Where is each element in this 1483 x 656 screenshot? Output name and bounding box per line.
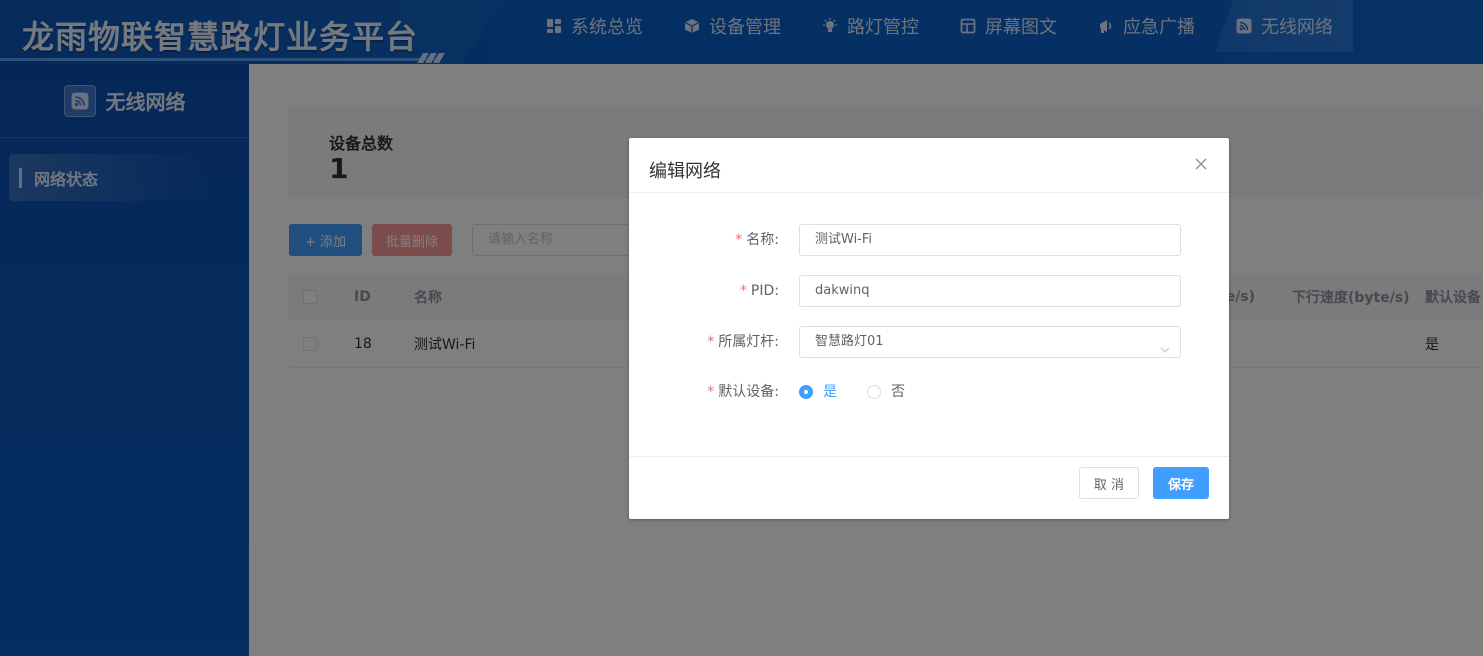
- dialog-title: 编辑网络: [649, 161, 721, 182]
- edit-network-dialog: 编辑网络 * 名称: 测试Wi-Fi * PID: dakwinq * 所属灯杆: 智…: [629, 138, 1229, 519]
- form-row-name: * 名称: 测试Wi-Fi: [629, 224, 1229, 256]
- default-label: * 默认设备:: [707, 384, 779, 400]
- save-button[interactable]: 保存: [1153, 467, 1209, 499]
- close-icon[interactable]: [1193, 156, 1209, 172]
- name-field[interactable]: 测试Wi-Fi: [799, 224, 1181, 256]
- radio-no-label[interactable]: 否: [891, 376, 905, 408]
- radio-no[interactable]: [867, 385, 881, 399]
- dialog-header: 编辑网络: [629, 138, 1229, 193]
- form-row-pid: * PID: dakwinq: [629, 275, 1229, 307]
- dialog-footer: 取 消 保存: [629, 456, 1229, 519]
- form-row-pole: * 所属灯杆: 智慧路灯01: [629, 326, 1229, 358]
- radio-yes[interactable]: [799, 385, 813, 399]
- pid-field[interactable]: dakwinq: [799, 275, 1181, 307]
- pole-label: * 所属灯杆:: [707, 334, 779, 350]
- radio-yes-label[interactable]: 是: [823, 376, 837, 408]
- pid-label: * PID:: [739, 283, 779, 299]
- form-row-default: * 默认设备: 是 否: [629, 376, 1229, 408]
- pole-select-value: 智慧路灯01: [815, 334, 884, 349]
- pole-select[interactable]: 智慧路灯01: [799, 326, 1181, 358]
- name-label: * 名称:: [735, 232, 779, 248]
- chevron-down-icon: [1160, 337, 1170, 353]
- cancel-button[interactable]: 取 消: [1079, 467, 1139, 499]
